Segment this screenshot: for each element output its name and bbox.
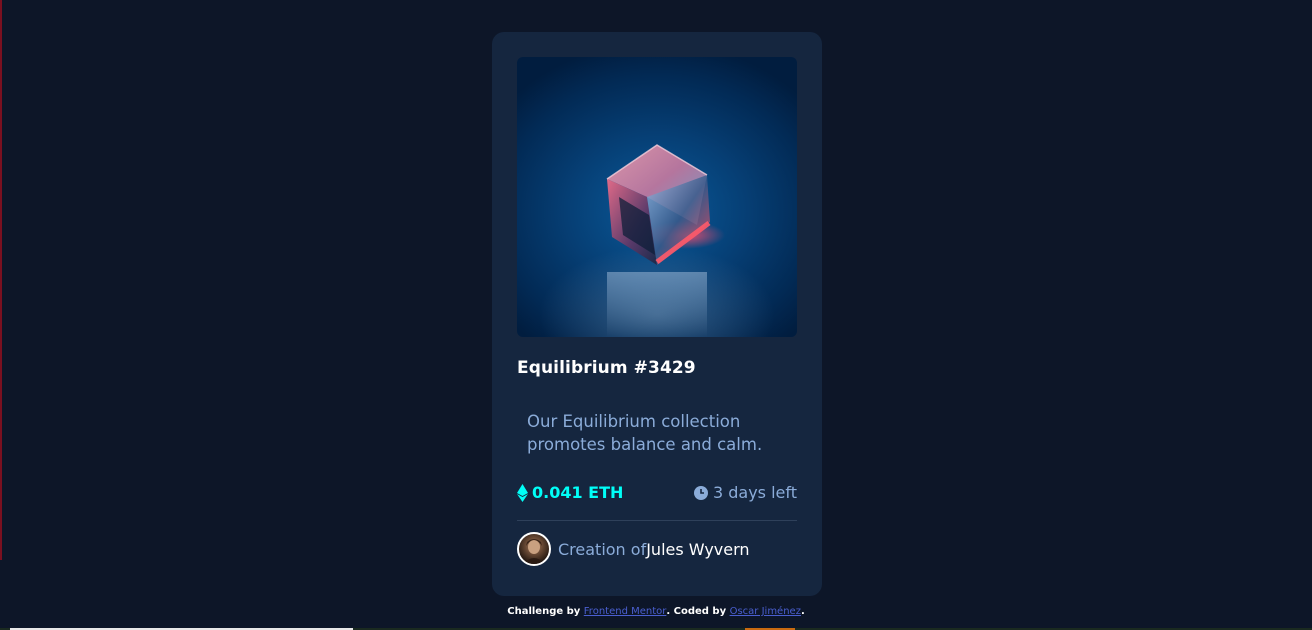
- frontend-mentor-link[interactable]: Frontend Mentor: [584, 606, 667, 617]
- nft-card: Equilibrium #3429 Our Equilibrium collec…: [492, 32, 822, 596]
- nft-description: Our Equilibrium collection promotes bala…: [527, 412, 763, 454]
- page: Equilibrium #3429 Our Equilibrium collec…: [0, 0, 1312, 630]
- creator-prefix: Creation of: [558, 539, 647, 559]
- avatar-image: [523, 539, 545, 564]
- attribution: Challenge by Frontend Mentor. Coded by O…: [0, 606, 1312, 617]
- price-value: 0.041 ETH: [532, 483, 624, 502]
- time-left: 3 days left: [693, 483, 797, 502]
- creator-name-link[interactable]: Jules Wyvern: [646, 540, 749, 559]
- equilibrium-cube-image: [606, 144, 725, 337]
- ethereum-icon: [517, 483, 528, 502]
- avatar: [517, 532, 551, 566]
- author-link[interactable]: Oscar Jiménez: [730, 606, 801, 617]
- nft-image[interactable]: [517, 57, 797, 337]
- window-edge: [0, 0, 2, 560]
- creator: Creation of Jules Wyvern: [517, 532, 750, 566]
- attribution-prefix: Challenge by: [507, 606, 584, 617]
- divider: [517, 520, 797, 521]
- nft-title[interactable]: Equilibrium #3429: [517, 358, 696, 378]
- nft-stats: 0.041 ETH 3 days left: [517, 483, 797, 505]
- clock-icon: [693, 485, 708, 500]
- time-left-value: 3 days left: [712, 483, 797, 502]
- attribution-middle: . Coded by: [666, 606, 730, 617]
- price: 0.041 ETH: [517, 483, 623, 502]
- attribution-suffix: .: [800, 606, 805, 617]
